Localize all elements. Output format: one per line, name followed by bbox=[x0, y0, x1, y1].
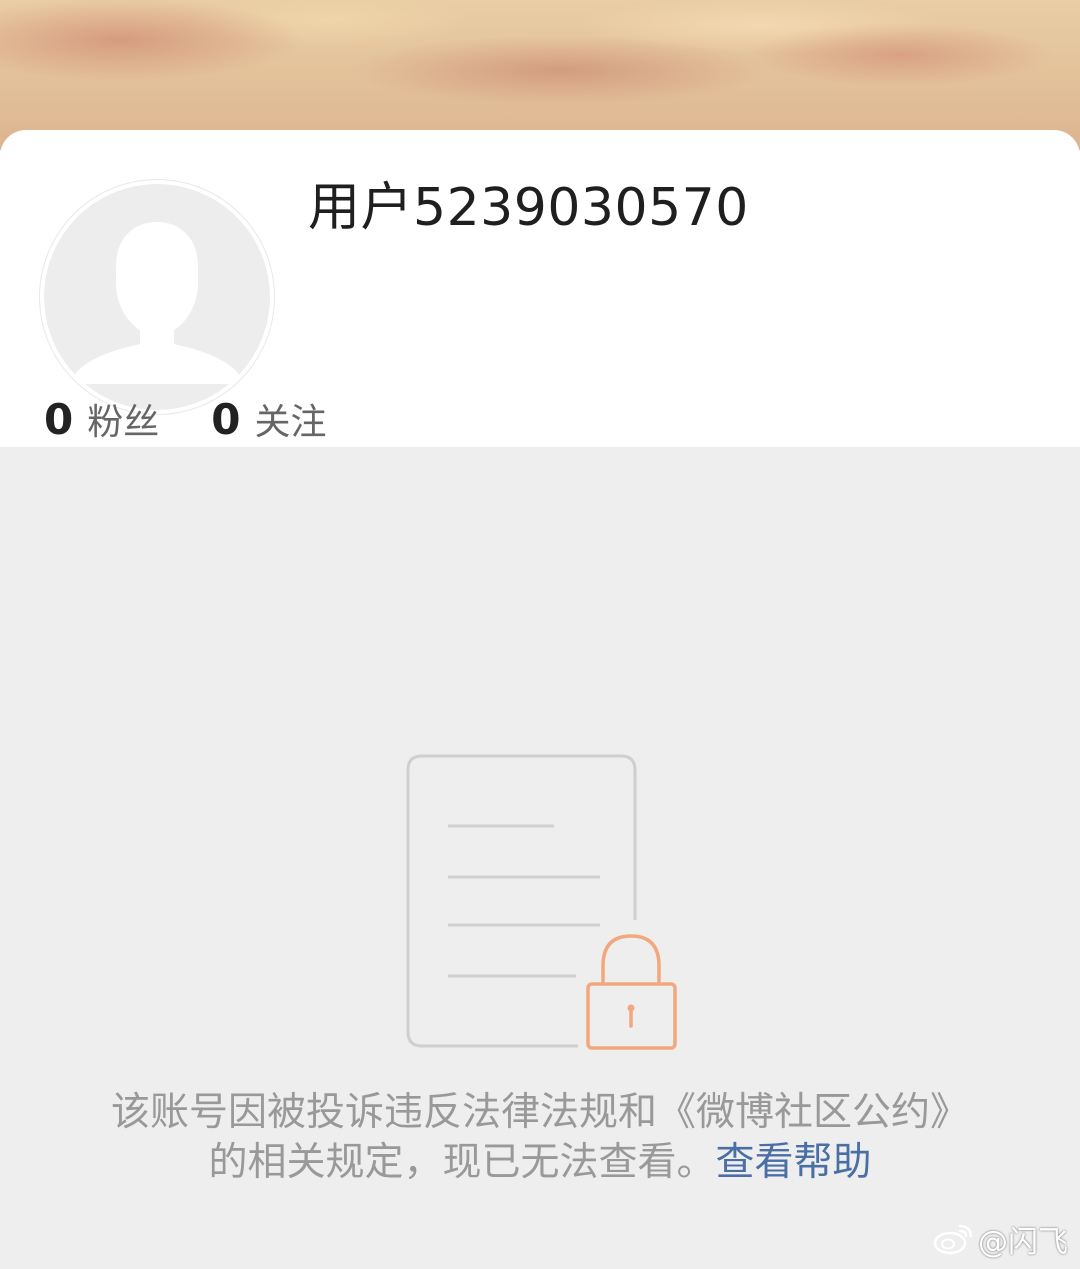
following-count: 0 bbox=[211, 395, 241, 444]
following-label: 关注 bbox=[254, 402, 327, 443]
view-help-link[interactable]: 查看帮助 bbox=[716, 1140, 872, 1185]
followers-count: 0 bbox=[44, 395, 74, 444]
locked-document-icon bbox=[400, 750, 690, 1064]
watermark-text: @闪飞 bbox=[978, 1225, 1068, 1260]
following-stat[interactable]: 0 关注 bbox=[211, 393, 326, 445]
watermark: @闪飞 bbox=[932, 1217, 1068, 1261]
profile-stats: 0 粉丝 0 关注 bbox=[44, 393, 379, 445]
username: 用户5239030570 bbox=[308, 178, 749, 238]
default-avatar-silhouette-icon bbox=[44, 184, 270, 410]
account-unavailable-notice: 该账号因被投诉违反法律法规和《微博社区公约》的相关规定，现已无法查看。查看帮助 bbox=[100, 1088, 980, 1188]
followers-label: 粉丝 bbox=[87, 402, 160, 443]
followers-stat[interactable]: 0 粉丝 bbox=[44, 393, 159, 445]
profile-cover-image bbox=[0, 0, 1080, 150]
avatar[interactable] bbox=[40, 180, 274, 414]
weibo-logo-icon bbox=[933, 1224, 973, 1255]
